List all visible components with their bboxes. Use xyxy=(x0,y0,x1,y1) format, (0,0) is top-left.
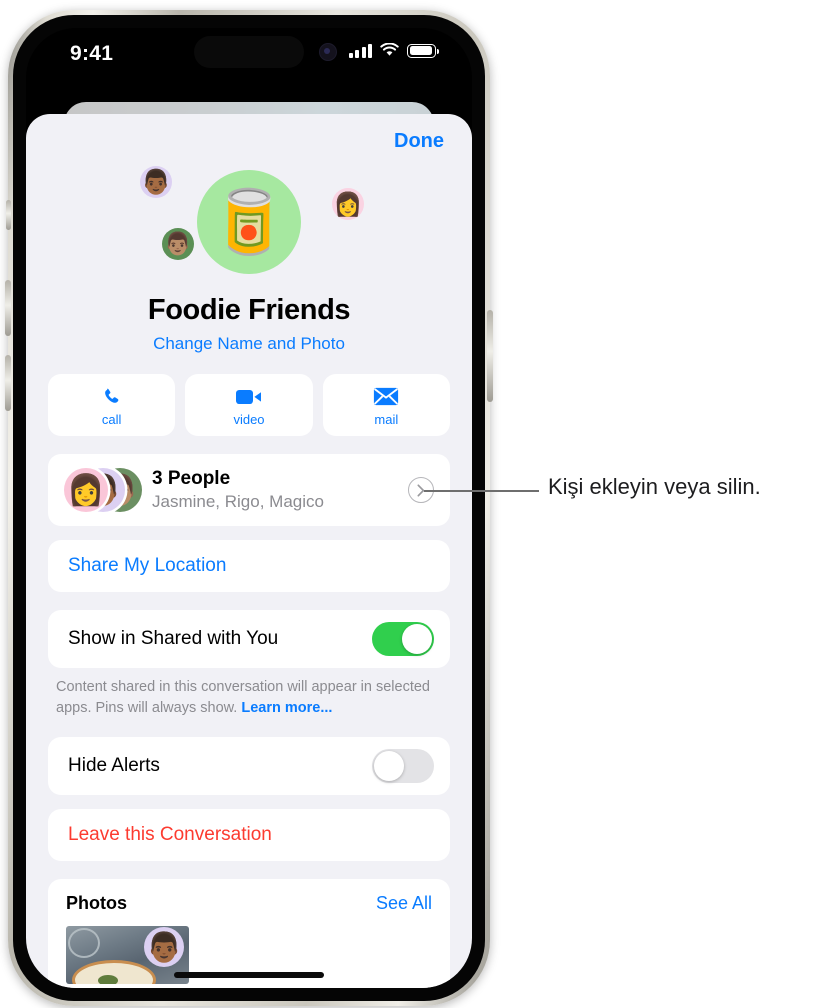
group-name: Foodie Friends xyxy=(147,294,351,326)
front-camera-icon xyxy=(319,43,337,61)
callout-leader-line xyxy=(424,490,539,492)
signal-bars-icon xyxy=(348,43,372,58)
shared-with-you-footnote: Content shared in this conversation will… xyxy=(56,677,442,719)
mail-button[interactable]: mail xyxy=(322,374,450,436)
group-photo-canned-food-icon[interactable]: 🥫 xyxy=(197,170,301,274)
wifi-icon xyxy=(380,43,399,56)
share-my-location-row[interactable]: Share My Location xyxy=(48,540,450,592)
phone-bezel: 9:41 Done 🥫 👨🏾 👩 👨🏽 Foodie Friends Chang… xyxy=(13,15,485,1001)
envelope-icon xyxy=(373,384,399,410)
silent-switch-button[interactable] xyxy=(6,200,11,230)
phone-screen: 9:41 Done 🥫 👨🏾 👩 👨🏽 Foodie Friends Chang… xyxy=(26,28,472,988)
glass-detail xyxy=(68,928,100,959)
photos-title: Photos xyxy=(66,893,127,914)
see-all-button[interactable]: See All xyxy=(376,893,432,914)
people-avatar-stack: 👨🏽 👨🏾 👩 xyxy=(64,468,142,512)
group-header: 🥫 👨🏾 👩 👨🏽 Foodie Friends Change Name and… xyxy=(26,162,472,362)
volume-up-button[interactable] xyxy=(5,280,11,336)
battery-icon xyxy=(407,43,439,58)
shared-with-you-card: Show in Shared with You xyxy=(48,610,450,668)
quick-actions-row: call video mail xyxy=(48,374,450,436)
phone-icon xyxy=(101,384,123,410)
memoji-avatar-purple-icon: 👨🏾 xyxy=(140,166,172,198)
shared-with-you-label: Show in Shared with You xyxy=(68,628,279,649)
call-button[interactable]: call xyxy=(48,374,176,436)
volume-down-button[interactable] xyxy=(5,355,11,411)
people-text: 3 People Jasmine, Rigo, Magico xyxy=(152,467,324,513)
shared-with-you-row: Show in Shared with You xyxy=(48,610,450,668)
leave-conversation-card[interactable]: Leave this Conversation xyxy=(48,809,450,862)
call-label: call xyxy=(101,411,122,427)
home-indicator[interactable] xyxy=(174,972,324,978)
greens-detail xyxy=(98,975,118,985)
people-count: 3 People xyxy=(152,468,231,490)
hide-alerts-toggle[interactable] xyxy=(372,749,434,784)
memoji-avatar-pink-icon: 👩 xyxy=(332,188,364,220)
people-row[interactable]: 👨🏽 👨🏾 👩 3 People Jasmine, Rigo, Magico xyxy=(48,454,450,526)
group-avatar-cluster[interactable]: 🥫 👨🏾 👩 👨🏽 xyxy=(124,162,374,292)
hide-alerts-label: Hide Alerts xyxy=(68,755,160,777)
shared-with-you-toggle[interactable] xyxy=(372,622,434,656)
iphone-frame: 9:41 Done 🥫 👨🏾 👩 👨🏽 Foodie Friends Chang… xyxy=(5,10,493,1006)
change-name-and-photo-link[interactable]: Change Name and Photo xyxy=(26,334,472,354)
sheet-header: Done xyxy=(26,114,472,162)
leave-conversation-row[interactable]: Leave this Conversation xyxy=(48,809,450,861)
hide-alerts-card: Hide Alerts xyxy=(48,737,450,796)
video-button[interactable]: video xyxy=(185,374,313,436)
status-bar-indicators xyxy=(348,43,439,58)
mail-label: mail xyxy=(374,411,399,427)
avatar-jasmine-icon: 👩 xyxy=(64,468,108,512)
screenshot-root: 9:41 Done 🥫 👨🏾 👩 👨🏽 Foodie Friends Chang… xyxy=(0,0,825,1008)
dynamic-island xyxy=(194,36,304,68)
video-label: video xyxy=(233,411,265,427)
callout-label: Kişi ekleyin veya silin. xyxy=(548,474,761,499)
people-card[interactable]: 👨🏽 👨🏾 👩 3 People Jasmine, Rigo, Magico xyxy=(48,454,450,526)
status-bar: 9:41 xyxy=(26,28,472,84)
group-details-sheet: Done 🥫 👨🏾 👩 👨🏽 Foodie Friends Change Nam… xyxy=(26,114,472,988)
photos-header: Photos See All xyxy=(66,893,432,914)
video-camera-icon xyxy=(235,384,262,410)
people-names: Jasmine, Rigo, Magico xyxy=(152,491,324,511)
share-location-card[interactable]: Share My Location xyxy=(48,540,450,592)
power-button[interactable] xyxy=(487,310,493,402)
status-bar-time: 9:41 xyxy=(70,42,114,65)
done-button[interactable]: Done xyxy=(394,130,444,153)
learn-more-link[interactable]: Learn more... xyxy=(241,700,332,716)
memoji-avatar-purple-icon: 👨🏾 xyxy=(144,927,184,968)
hide-alerts-row: Hide Alerts xyxy=(48,737,450,795)
photo-avatar-green-icon: 👨🏽 xyxy=(162,228,194,260)
